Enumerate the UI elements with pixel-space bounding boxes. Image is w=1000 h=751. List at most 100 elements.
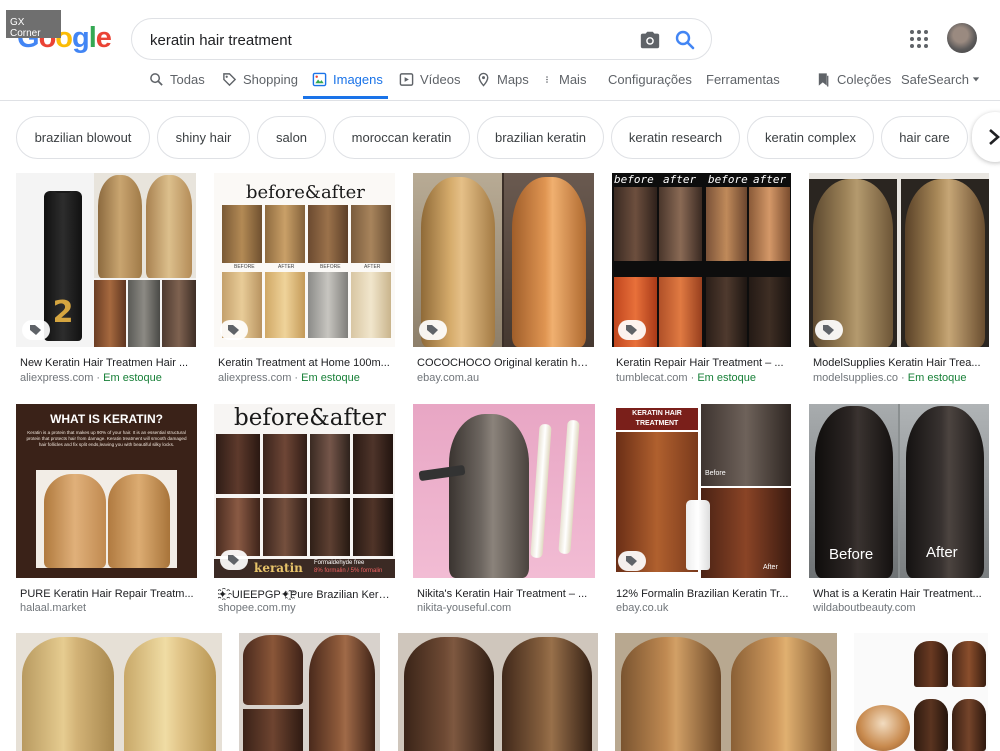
hair-swatch xyxy=(404,637,494,751)
hair-swatch xyxy=(309,635,375,751)
camera-icon[interactable] xyxy=(639,29,661,51)
apps-grid-icon[interactable] xyxy=(909,29,929,49)
chip[interactable]: moroccan keratin xyxy=(333,116,470,159)
search-box[interactable] xyxy=(131,18,712,60)
result-thumbnail[interactable]: before&after BEFORE AFTER BEFORE AFTER xyxy=(214,173,395,347)
chip[interactable]: brazilian keratin xyxy=(477,116,604,159)
image-result[interactable]: before after before after Keratin Repair… xyxy=(612,173,791,385)
result-title[interactable]: 12% Formalin Brazilian Keratin Tr... xyxy=(616,588,789,600)
before-after-banner: before&after xyxy=(234,405,386,431)
overlay-label: before xyxy=(708,173,748,186)
collections-link[interactable]: Coleções xyxy=(816,72,891,100)
safesearch-menu[interactable]: SafeSearch xyxy=(901,72,980,100)
result-thumbnail[interactable] xyxy=(809,173,989,347)
image-result[interactable] xyxy=(615,633,837,751)
image-result[interactable]: WHAT IS KERATIN? Keratin is a protein th… xyxy=(16,404,197,618)
search-icon[interactable] xyxy=(673,28,697,52)
chip[interactable]: keratin research xyxy=(611,116,740,159)
gx-corner-badge[interactable]: GX Corner xyxy=(6,10,61,39)
tab-shopping[interactable]: Shopping xyxy=(222,72,298,100)
hair-photo xyxy=(265,272,305,338)
hair-photo xyxy=(749,277,790,347)
hair-photo: After xyxy=(701,488,791,578)
search-input[interactable] xyxy=(150,30,620,50)
result-title[interactable]: Keratin Treatment at Home 100m... xyxy=(218,357,393,369)
hair-photo xyxy=(351,272,391,338)
result-thumbnail[interactable] xyxy=(398,633,598,751)
result-thumbnail[interactable] xyxy=(854,633,988,751)
chip[interactable]: brazilian blowout xyxy=(16,116,150,159)
result-title[interactable]: What is a Keratin Hair Treatment... xyxy=(813,588,987,600)
result-thumbnail[interactable] xyxy=(239,633,380,751)
result-thumbnail[interactable] xyxy=(413,173,594,347)
result-title[interactable]: Keratin Repair Hair Treatment – ... xyxy=(616,357,789,369)
footer-note: 8% formalin / 5% formalin xyxy=(314,568,383,574)
image-result[interactable]: Before After What is a Keratin Hair Trea… xyxy=(809,404,989,618)
syringe xyxy=(558,419,580,555)
infographic-body: Keratin is a protein that makes up 90% o… xyxy=(26,430,187,447)
result-thumbnail[interactable]: Before After xyxy=(809,404,989,578)
result-title[interactable]: ✦҈UIEEPGP✦҈Pure Brazilian Kerat... xyxy=(218,588,393,601)
image-result[interactable]: KERATIN HAIR TREATMENT Before After 12% … xyxy=(612,404,791,618)
result-title[interactable]: New Keratin Hair Treatmen Hair ... xyxy=(20,357,194,369)
result-thumbnail[interactable]: before after before after xyxy=(612,173,791,347)
tab-videos[interactable]: Vídeos xyxy=(399,72,460,100)
result-thumbnail[interactable]: 2 xyxy=(16,173,196,347)
result-source: ebay.co.uk xyxy=(616,602,668,614)
footer-brand: keratin xyxy=(254,561,303,575)
product-tag-icon xyxy=(220,550,248,570)
chip[interactable]: hair care xyxy=(881,116,968,159)
image-result[interactable]: 2 New Keratin Hair Treatmen Hair ... ali… xyxy=(16,173,196,385)
result-thumbnail[interactable]: before&after keratin Formaldehyde free 8… xyxy=(214,404,395,578)
chip[interactable]: shiny hair xyxy=(157,116,250,159)
hair-swatch xyxy=(905,179,985,347)
tab-maps[interactable]: Maps xyxy=(476,72,529,100)
image-result[interactable] xyxy=(398,633,598,751)
result-thumbnail[interactable]: KERATIN HAIR TREATMENT Before After xyxy=(612,404,791,578)
stock-status: Em estoque xyxy=(301,372,360,384)
tab-ferramentas[interactable]: Ferramentas xyxy=(706,72,780,100)
video-icon xyxy=(399,73,414,86)
image-result[interactable]: before&after BEFORE AFTER BEFORE AFTER K xyxy=(214,173,395,385)
result-source: aliexpress.com · Em estoque xyxy=(218,372,360,384)
map-pin-icon xyxy=(478,72,489,87)
tab-configuracoes[interactable]: Configurações xyxy=(608,72,692,100)
grid-caption: AFTER xyxy=(278,264,295,270)
source-domain: aliexpress.com xyxy=(218,372,292,384)
tag-icon xyxy=(223,73,237,87)
tab-todas[interactable]: Todas xyxy=(149,72,205,100)
chip[interactable]: keratin complex xyxy=(747,116,874,159)
image-result[interactable] xyxy=(854,633,988,751)
result-title[interactable]: COCOCHOCO Original keratin hai... xyxy=(417,357,592,369)
source-domain: halaal.market xyxy=(20,602,87,614)
avatar[interactable] xyxy=(947,23,977,53)
result-source: nikita-youseful.com xyxy=(417,602,511,614)
result-title[interactable]: PURE Keratin Hair Repair Treatm... xyxy=(20,588,195,600)
hair-photo xyxy=(749,187,790,261)
image-result[interactable] xyxy=(239,633,380,751)
tab-label: SafeSearch xyxy=(901,72,969,87)
image-result[interactable] xyxy=(16,633,222,751)
result-thumbnail[interactable]: WHAT IS KERATIN? Keratin is a protein th… xyxy=(16,404,197,578)
image-result[interactable]: COCOCHOCO Original keratin hai... ebay.c… xyxy=(413,173,594,385)
bookmark-icon xyxy=(818,73,829,87)
result-title[interactable]: Nikita's Keratin Hair Treatment – ... xyxy=(417,588,593,600)
caret-down-icon xyxy=(972,77,980,82)
hair-photo xyxy=(308,272,348,338)
result-thumbnail[interactable] xyxy=(413,404,595,578)
result-thumbnail[interactable] xyxy=(16,633,222,751)
image-result[interactable]: Nikita's Keratin Hair Treatment – ... ni… xyxy=(413,404,595,618)
grid-caption: AFTER xyxy=(364,264,381,270)
image-result[interactable]: before&after keratin Formaldehyde free 8… xyxy=(214,404,395,618)
chip[interactable]: salon xyxy=(257,116,326,159)
source-domain: tumblecat.com xyxy=(616,372,688,384)
hair-photo xyxy=(222,205,262,263)
result-title[interactable]: ModelSupplies Keratin Hair Trea... xyxy=(813,357,987,369)
result-thumbnail[interactable] xyxy=(615,633,837,751)
product-tag-icon xyxy=(419,320,447,340)
hair-swatch xyxy=(952,641,986,687)
image-result[interactable]: ModelSupplies Keratin Hair Trea... model… xyxy=(809,173,989,385)
before-after-overlay: before after before after xyxy=(612,173,791,187)
tab-mais[interactable]: Mais xyxy=(545,72,586,100)
header-divider xyxy=(0,100,1000,101)
